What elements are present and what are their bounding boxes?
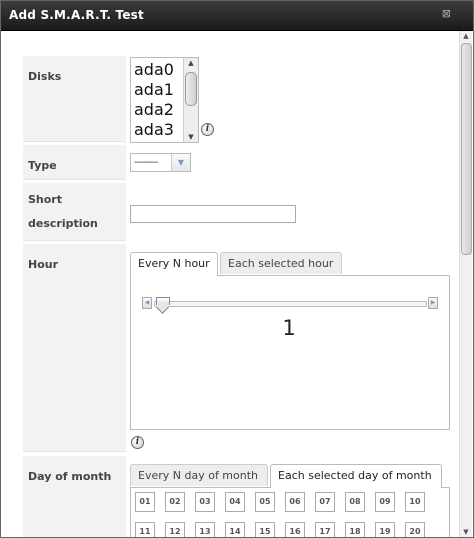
day-button-12[interactable]: 12 [165, 522, 185, 537]
type-row: Type --------- ▼ [23, 145, 459, 180]
hour-tab-panel: ◀ ▶ 1 [130, 275, 450, 430]
disks-row: Disks ada0 ada1 ada2 ada3 ▲ ▼ i [23, 56, 459, 143]
tab-every-n-hour[interactable]: Every N hour [130, 252, 218, 276]
day-button-07[interactable]: 07 [315, 492, 335, 512]
slider-track[interactable] [154, 301, 427, 307]
disks-listbox[interactable]: ada0 ada1 ada2 ada3 ▲ ▼ [130, 57, 199, 143]
close-icon[interactable]: ⊠ [442, 8, 451, 20]
day-button-01[interactable]: 01 [135, 492, 155, 512]
disk-option[interactable]: ada0 [134, 60, 174, 79]
day-button-14[interactable]: 14 [225, 522, 245, 537]
day-of-month-label: Day of month [23, 456, 126, 537]
dialog-title: Add S.M.A.R.T. Test [9, 8, 144, 22]
type-select[interactable]: --------- ▼ [130, 153, 191, 172]
disk-option[interactable]: ada2 [134, 100, 174, 119]
day-button-10[interactable]: 10 [405, 492, 425, 512]
dialog-scrollbar[interactable]: ▲ ▼ [459, 31, 472, 537]
scroll-up-icon[interactable]: ▲ [460, 31, 472, 41]
dialog-titlebar[interactable]: Add S.M.A.R.T. Test ⊠ [1, 1, 473, 31]
type-select-value: --------- [134, 157, 159, 168]
disk-option[interactable]: ada1 [134, 80, 174, 99]
day-button-19[interactable]: 19 [375, 522, 395, 537]
day-of-month-tab-panel: 01 02 03 04 05 06 07 08 09 10 11 12 13 14 15 16 17 18 19 20 [130, 487, 450, 537]
scroll-down-icon[interactable]: ▼ [460, 527, 472, 537]
disks-scrollbar[interactable]: ▲ ▼ [183, 58, 198, 142]
day-button-11[interactable]: 11 [135, 522, 155, 537]
day-button-05[interactable]: 05 [255, 492, 275, 512]
disks-label: Disks [23, 56, 126, 142]
info-icon[interactable]: i [201, 123, 214, 136]
day-button-17[interactable]: 17 [315, 522, 335, 537]
day-button-04[interactable]: 04 [225, 492, 245, 512]
day-button-08[interactable]: 08 [345, 492, 365, 512]
day-button-02[interactable]: 02 [165, 492, 185, 512]
day-button-15[interactable]: 15 [255, 522, 275, 537]
disk-option[interactable]: ada3 [134, 120, 174, 139]
type-label: Type [23, 145, 126, 180]
short-description-label-line1: Short [28, 193, 62, 206]
hour-slider-value: 1 [282, 316, 296, 340]
day-button-06[interactable]: 06 [285, 492, 305, 512]
day-of-month-row: Day of month Every N day of month Each s… [23, 456, 459, 537]
chevron-down-icon[interactable]: ▼ [171, 154, 190, 171]
day-button-16[interactable]: 16 [285, 522, 305, 537]
tab-each-selected-day-of-month[interactable]: Each selected day of month [270, 464, 442, 488]
short-description-label: Short description [23, 183, 126, 241]
dialog-scroll-thumb[interactable] [461, 43, 472, 255]
hour-slider[interactable]: ◀ ▶ [142, 297, 438, 314]
dialog-content: Disks ada0 ada1 ada2 ada3 ▲ ▼ i Type ---… [1, 31, 460, 537]
day-button-20[interactable]: 20 [405, 522, 425, 537]
hour-row: Hour Every N hour Each selected hour ◀ ▶… [23, 244, 459, 452]
day-button-03[interactable]: 03 [195, 492, 215, 512]
slider-increment-icon[interactable]: ▶ [428, 297, 438, 309]
tab-each-selected-hour[interactable]: Each selected hour [220, 252, 342, 274]
slider-decrement-icon[interactable]: ◀ [142, 297, 152, 309]
hour-label: Hour [23, 244, 126, 452]
scroll-up-icon[interactable]: ▲ [184, 59, 198, 67]
add-smart-test-dialog: Add S.M.A.R.T. Test ⊠ Disks ada0 ada1 ad… [0, 0, 474, 538]
disks-scroll-thumb[interactable] [185, 72, 197, 106]
day-button-18[interactable]: 18 [345, 522, 365, 537]
day-button-09[interactable]: 09 [375, 492, 395, 512]
day-button-13[interactable]: 13 [195, 522, 215, 537]
short-description-label-line2: description [28, 217, 98, 230]
info-icon[interactable]: i [131, 436, 144, 449]
short-description-input[interactable] [130, 205, 296, 223]
scroll-down-icon[interactable]: ▼ [184, 133, 198, 141]
tab-every-n-day-of-month[interactable]: Every N day of month [130, 464, 268, 486]
short-description-row: Short description [23, 183, 459, 241]
